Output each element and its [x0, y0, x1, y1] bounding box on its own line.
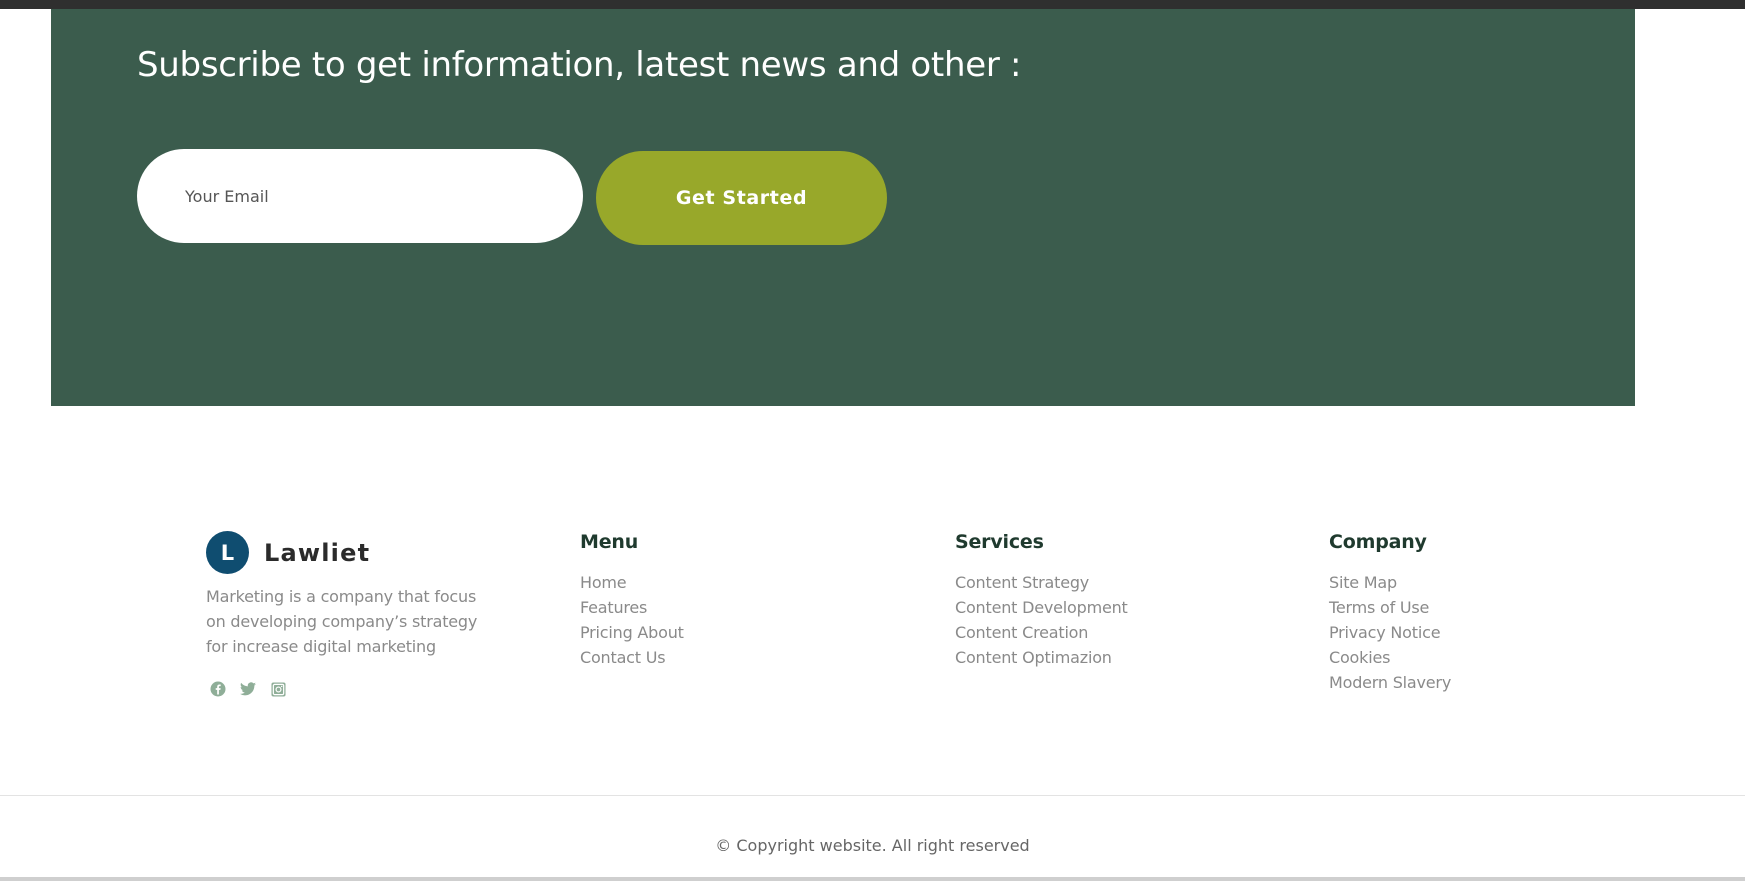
company-link-privacy-notice[interactable]: Privacy Notice — [1329, 620, 1451, 645]
twitter-icon[interactable] — [240, 681, 256, 697]
company-link-terms-of-use[interactable]: Terms of Use — [1329, 595, 1451, 620]
footer-divider — [0, 795, 1745, 796]
company-link-cookies[interactable]: Cookies — [1329, 645, 1451, 670]
company-link-site-map[interactable]: Site Map — [1329, 570, 1451, 595]
menu-link-home[interactable]: Home — [580, 570, 684, 595]
menu-links: Home Features Pricing About Contact Us — [580, 570, 684, 670]
services-link-content-creation[interactable]: Content Creation — [955, 620, 1128, 645]
footer-menu-column: Menu Home Features Pricing About Contact… — [580, 531, 684, 670]
top-edge-bar — [0, 0, 1745, 9]
services-link-content-development[interactable]: Content Development — [955, 595, 1128, 620]
facebook-icon[interactable] — [210, 681, 226, 697]
footer-company-column: Company Site Map Terms of Use Privacy No… — [1329, 531, 1451, 695]
company-link-modern-slavery[interactable]: Modern Slavery — [1329, 670, 1451, 695]
services-link-content-optimazion[interactable]: Content Optimazion — [955, 645, 1128, 670]
brand-logo: L — [206, 531, 249, 574]
menu-link-features[interactable]: Features — [580, 595, 684, 620]
company-links: Site Map Terms of Use Privacy Notice Coo… — [1329, 570, 1451, 695]
social-links — [210, 681, 286, 697]
brand-name: Lawliet — [264, 538, 371, 567]
services-link-content-strategy[interactable]: Content Strategy — [955, 570, 1128, 595]
get-started-button[interactable]: Get Started — [596, 151, 887, 245]
menu-link-pricing-about[interactable]: Pricing About — [580, 620, 684, 645]
menu-link-contact-us[interactable]: Contact Us — [580, 645, 684, 670]
subscribe-title: Subscribe to get information, latest new… — [137, 45, 1022, 85]
email-field[interactable] — [137, 149, 583, 243]
footer-services-column: Services Content Strategy Content Develo… — [955, 531, 1128, 670]
instagram-icon[interactable] — [270, 681, 286, 697]
brand-description: Marketing is a company that focus on dev… — [206, 587, 478, 656]
services-links: Content Strategy Content Development Con… — [955, 570, 1128, 670]
copyright-text: © Copyright website. All right reserved — [715, 836, 1030, 855]
brand[interactable]: L Lawliet — [206, 531, 370, 574]
subscribe-section: Subscribe to get information, latest new… — [51, 9, 1635, 406]
services-heading: Services — [955, 531, 1044, 553]
bottom-edge-bar — [0, 877, 1745, 881]
menu-heading: Menu — [580, 531, 639, 553]
company-heading: Company — [1329, 531, 1427, 553]
